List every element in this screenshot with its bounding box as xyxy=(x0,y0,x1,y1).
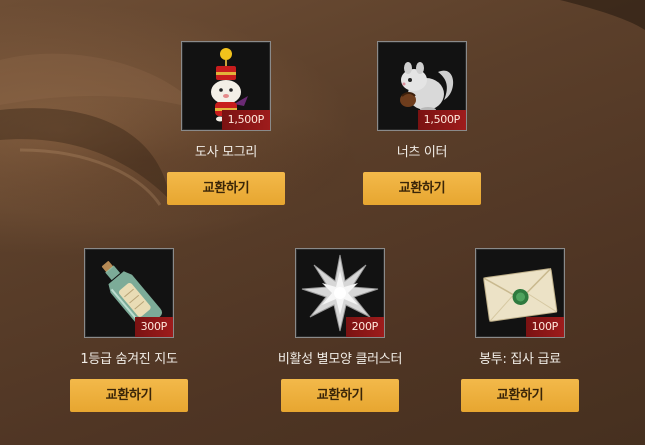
shop-item-envelope: 100P 봉투: 집사 급료 교환하기 xyxy=(460,248,580,412)
price-badge: 100P xyxy=(525,317,564,337)
item-icon-frame: 1,500P xyxy=(181,41,271,131)
exchange-button[interactable]: 교환하기 xyxy=(363,172,481,205)
price-badge: 1,500P xyxy=(417,110,466,130)
price-badge: 1,500P xyxy=(221,110,270,130)
exchange-button[interactable]: 교환하기 xyxy=(70,379,188,412)
item-icon-frame: 100P xyxy=(475,248,565,338)
shop-item-mog-doll: 1,500P 도사 모그리 교환하기 xyxy=(166,41,286,205)
shop-item-star-cluster: 200P 비활성 별모양 클러스터 교환하기 xyxy=(265,248,415,412)
exchange-button[interactable]: 교환하기 xyxy=(461,379,579,412)
exchange-button[interactable]: 교환하기 xyxy=(281,379,399,412)
item-icon-frame: 300P xyxy=(84,248,174,338)
item-name: 비활성 별모양 클러스터 xyxy=(277,352,403,367)
price-badge: 200P xyxy=(345,317,384,337)
shop-item-hidden-map: 300P 1등급 숨겨진 지도 교환하기 xyxy=(69,248,189,412)
shop-item-nut-eater: 1,500P 너츠 이터 교환하기 xyxy=(362,41,482,205)
item-name: 1등급 숨겨진 지도 xyxy=(80,352,178,367)
item-icon-frame: 1,500P xyxy=(377,41,467,131)
item-name: 봉투: 집사 급료 xyxy=(479,352,561,367)
item-name: 도사 모그리 xyxy=(194,145,258,160)
exchange-button[interactable]: 교환하기 xyxy=(167,172,285,205)
item-icon-frame: 200P xyxy=(295,248,385,338)
price-badge: 300P xyxy=(134,317,173,337)
item-name: 너츠 이터 xyxy=(396,145,448,160)
